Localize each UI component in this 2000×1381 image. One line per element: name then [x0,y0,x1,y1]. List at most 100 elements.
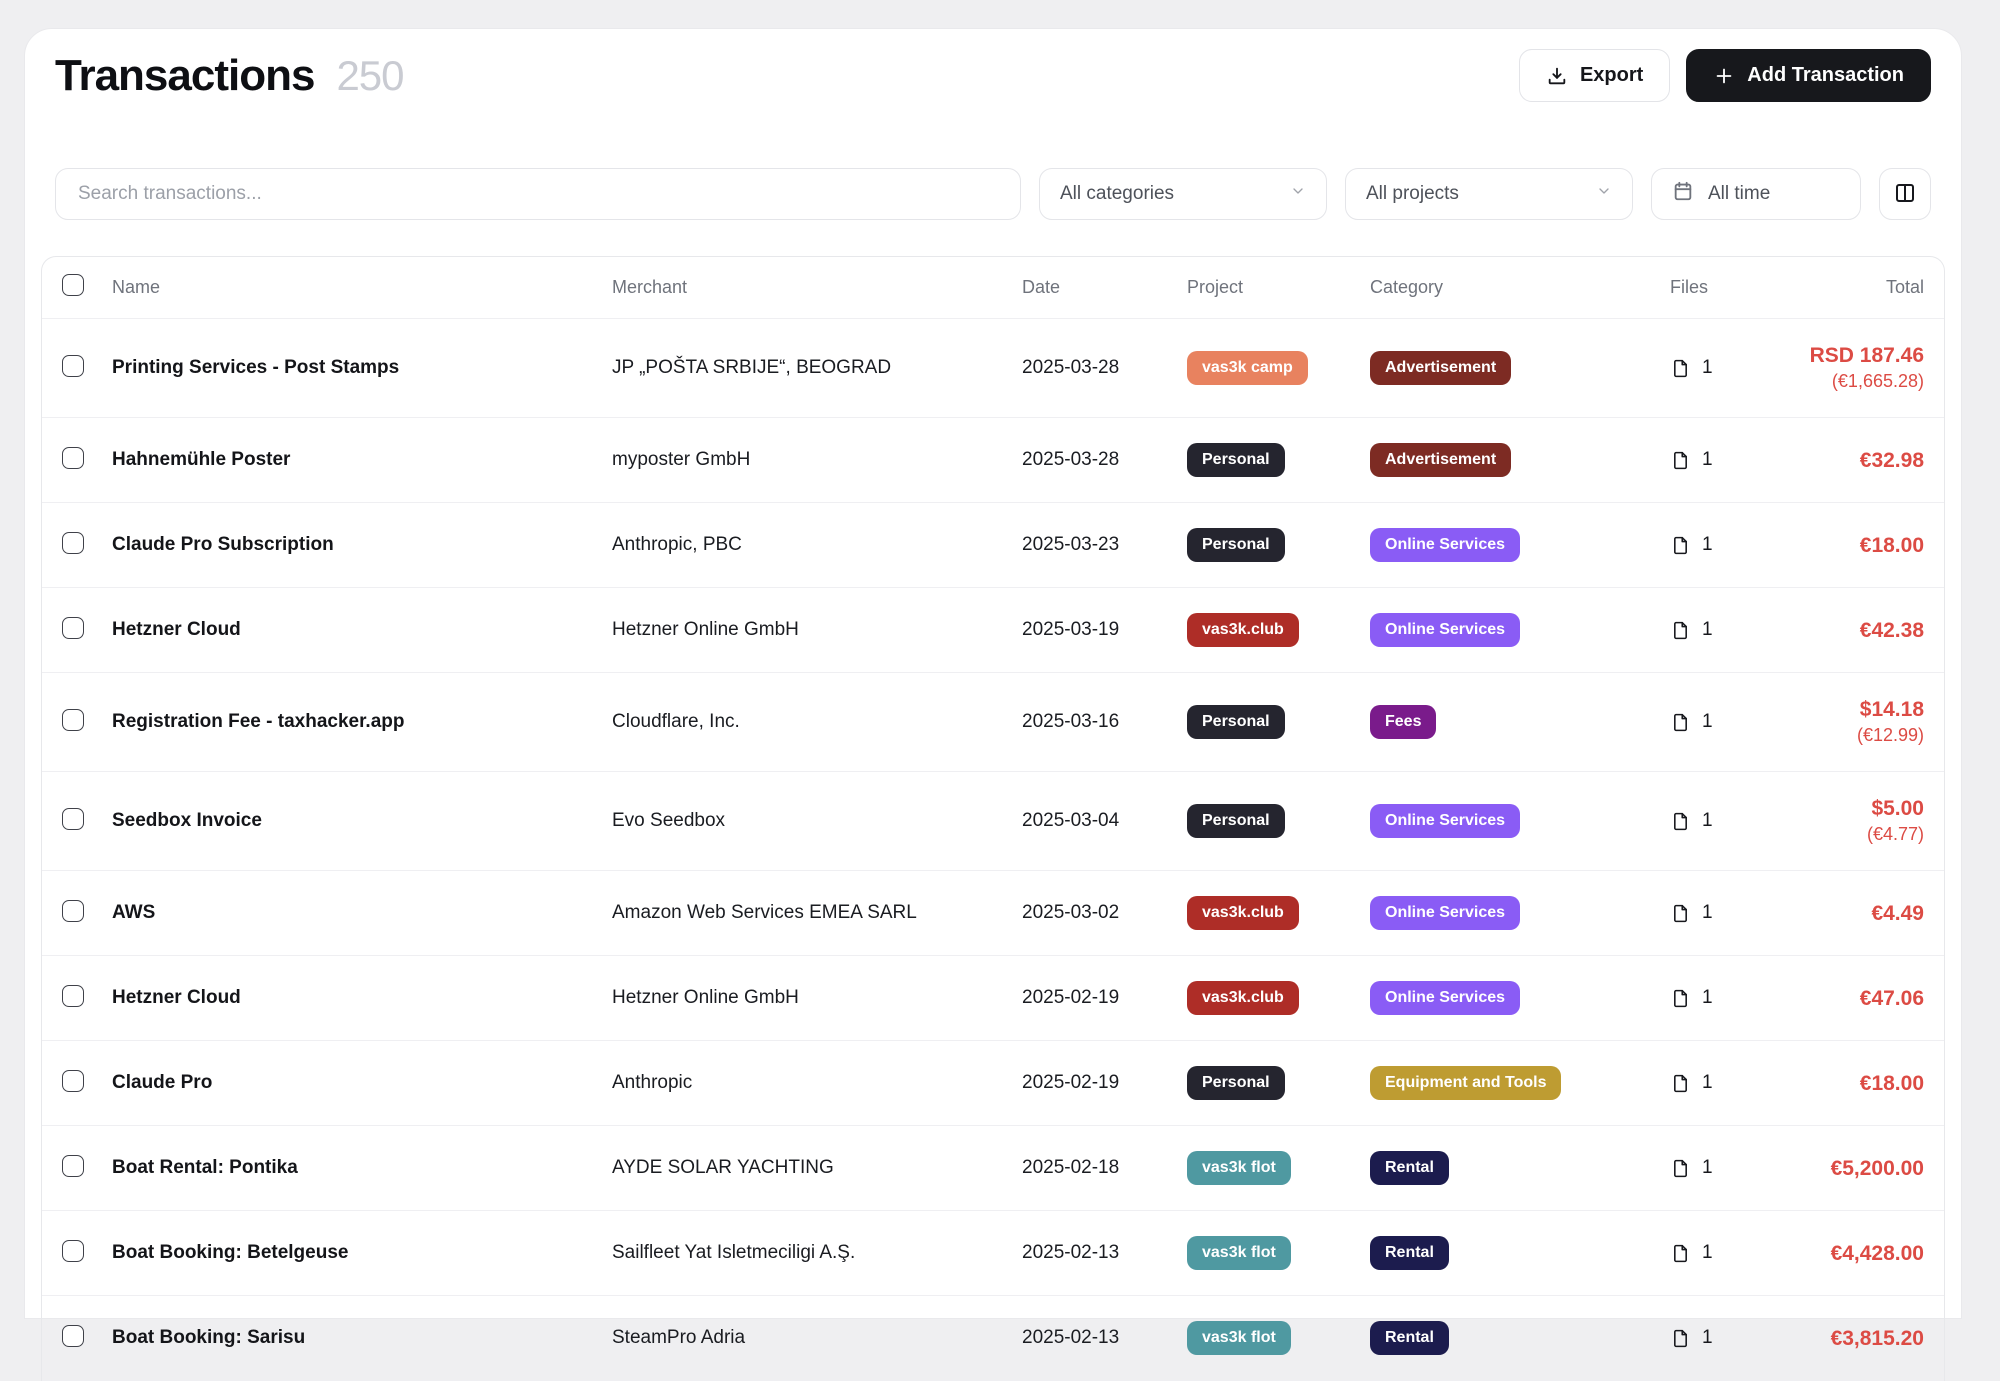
category-badge[interactable]: Online Services [1370,528,1520,562]
row-checkbox[interactable] [62,900,84,922]
category-badge[interactable]: Rental [1370,1321,1449,1355]
total-amount: €18.00 [1860,1072,1924,1095]
project-badge[interactable]: vas3k flot [1187,1151,1291,1185]
content-card: Transactions 250 Export Add Transaction … [24,28,1962,1319]
table-row[interactable]: Boat Booking: Sarisu SteamPro Adria 2025… [42,1296,1944,1381]
row-name: AWS [112,877,612,949]
file-icon [1670,449,1691,472]
row-name: Hetzner Cloud [112,594,612,666]
category-filter-dropdown[interactable]: All categories [1039,168,1327,220]
row-files-cell: 1 [1670,594,1790,667]
project-badge[interactable]: vas3k camp [1187,351,1308,385]
row-checkbox[interactable] [62,447,84,469]
table-body: Printing Services - Post Stamps JP „POŠT… [42,319,1944,1381]
table-row[interactable]: Seedbox Invoice Evo Seedbox 2025-03-04 P… [42,772,1944,871]
row-checkbox[interactable] [62,1070,84,1092]
row-checkbox[interactable] [62,1240,84,1262]
row-checkbox-cell [62,1045,112,1122]
row-checkbox[interactable] [62,709,84,731]
row-project-cell: vas3k flot [1187,1126,1370,1210]
row-date: 2025-03-02 [1022,877,1187,949]
project-badge[interactable]: vas3k.club [1187,896,1299,930]
table-row[interactable]: Registration Fee - taxhacker.app Cloudfl… [42,673,1944,772]
category-badge[interactable]: Advertisement [1370,443,1511,477]
table-row[interactable]: Boat Booking: Betelgeuse Sailfleet Yat I… [42,1211,1944,1296]
row-merchant: Anthropic [612,1047,1022,1119]
project-badge[interactable]: Personal [1187,528,1285,562]
date-range-filter[interactable]: All time [1651,168,1861,220]
add-transaction-button[interactable]: Add Transaction [1686,49,1931,102]
chevron-down-icon [1596,183,1612,205]
project-badge[interactable]: vas3k.club [1187,613,1299,647]
project-badge[interactable]: vas3k flot [1187,1321,1291,1355]
project-badge[interactable]: Personal [1187,1066,1285,1100]
row-total-cell: $5.00 (€4.77) [1790,772,1924,870]
file-count: 1 [1702,711,1713,733]
row-merchant: Hetzner Online GmbH [612,594,1022,666]
row-date: 2025-02-18 [1022,1132,1187,1204]
row-merchant: Evo Seedbox [612,785,1022,857]
category-badge[interactable]: Advertisement [1370,351,1511,385]
table-row[interactable]: Hetzner Cloud Hetzner Online GmbH 2025-0… [42,588,1944,673]
row-checkbox[interactable] [62,617,84,639]
row-merchant: SteamPro Adria [612,1302,1022,1374]
select-all-checkbox[interactable] [62,274,84,296]
row-checkbox[interactable] [62,1155,84,1177]
project-filter-dropdown[interactable]: All projects [1345,168,1633,220]
table-row[interactable]: Claude Pro Anthropic 2025-02-19 Personal… [42,1041,1944,1126]
category-badge[interactable]: Online Services [1370,804,1520,838]
category-badge[interactable]: Equipment and Tools [1370,1066,1561,1100]
total-amount: RSD 187.46 [1810,344,1924,367]
category-badge[interactable]: Rental [1370,1236,1449,1270]
row-checkbox[interactable] [62,532,84,554]
export-button[interactable]: Export [1519,49,1670,102]
row-name: Printing Services - Post Stamps [112,332,612,404]
total-amount: €3,815.20 [1831,1327,1924,1350]
row-checkbox[interactable] [62,1325,84,1347]
row-project-cell: Personal [1187,418,1370,502]
row-total-cell: €32.98 [1790,424,1924,497]
row-total-cell: €5,200.00 [1790,1132,1924,1205]
category-badge[interactable]: Online Services [1370,981,1520,1015]
row-category-cell: Online Services [1370,588,1670,672]
project-badge[interactable]: Personal [1187,443,1285,477]
file-icon [1670,902,1691,925]
row-category-cell: Online Services [1370,503,1670,587]
add-transaction-label: Add Transaction [1747,64,1904,87]
row-checkbox[interactable] [62,808,84,830]
table-row[interactable]: Hahnemühle Poster myposter GmbH 2025-03-… [42,418,1944,503]
table-row[interactable]: Claude Pro Subscription Anthropic, PBC 2… [42,503,1944,588]
table-row[interactable]: Hetzner Cloud Hetzner Online GmbH 2025-0… [42,956,1944,1041]
file-icon [1670,711,1691,734]
filter-bar: All categories All projects All time [41,168,1945,220]
transaction-count: 250 [336,52,403,100]
row-files-cell: 1 [1670,1047,1790,1120]
file-count: 1 [1702,619,1713,641]
table-row[interactable]: Boat Rental: Pontika AYDE SOLAR YACHTING… [42,1126,1944,1211]
project-badge[interactable]: vas3k flot [1187,1236,1291,1270]
category-badge[interactable]: Rental [1370,1151,1449,1185]
row-checkbox-cell [62,684,112,761]
row-name: Boat Booking: Sarisu [112,1302,612,1374]
row-checkbox[interactable] [62,355,84,377]
table-row[interactable]: AWS Amazon Web Services EMEA SARL 2025-0… [42,871,1944,956]
total-amount: $14.18 [1860,698,1924,721]
total-secondary: (€12.99) [1857,724,1924,746]
plus-icon [1713,65,1735,87]
project-badge[interactable]: Personal [1187,705,1285,739]
project-badge[interactable]: vas3k.club [1187,981,1299,1015]
file-icon [1670,987,1691,1010]
search-input[interactable] [55,168,1021,220]
category-badge[interactable]: Online Services [1370,896,1520,930]
columns-toggle-button[interactable] [1879,168,1931,220]
category-badge[interactable]: Fees [1370,705,1436,739]
project-badge[interactable]: Personal [1187,804,1285,838]
table-row[interactable]: Printing Services - Post Stamps JP „POŠT… [42,319,1944,418]
row-checkbox[interactable] [62,985,84,1007]
category-badge[interactable]: Online Services [1370,613,1520,647]
file-icon [1670,357,1691,380]
file-count: 1 [1702,449,1713,471]
row-files-cell: 1 [1670,332,1790,405]
file-count: 1 [1702,810,1713,832]
file-icon [1670,1072,1691,1095]
